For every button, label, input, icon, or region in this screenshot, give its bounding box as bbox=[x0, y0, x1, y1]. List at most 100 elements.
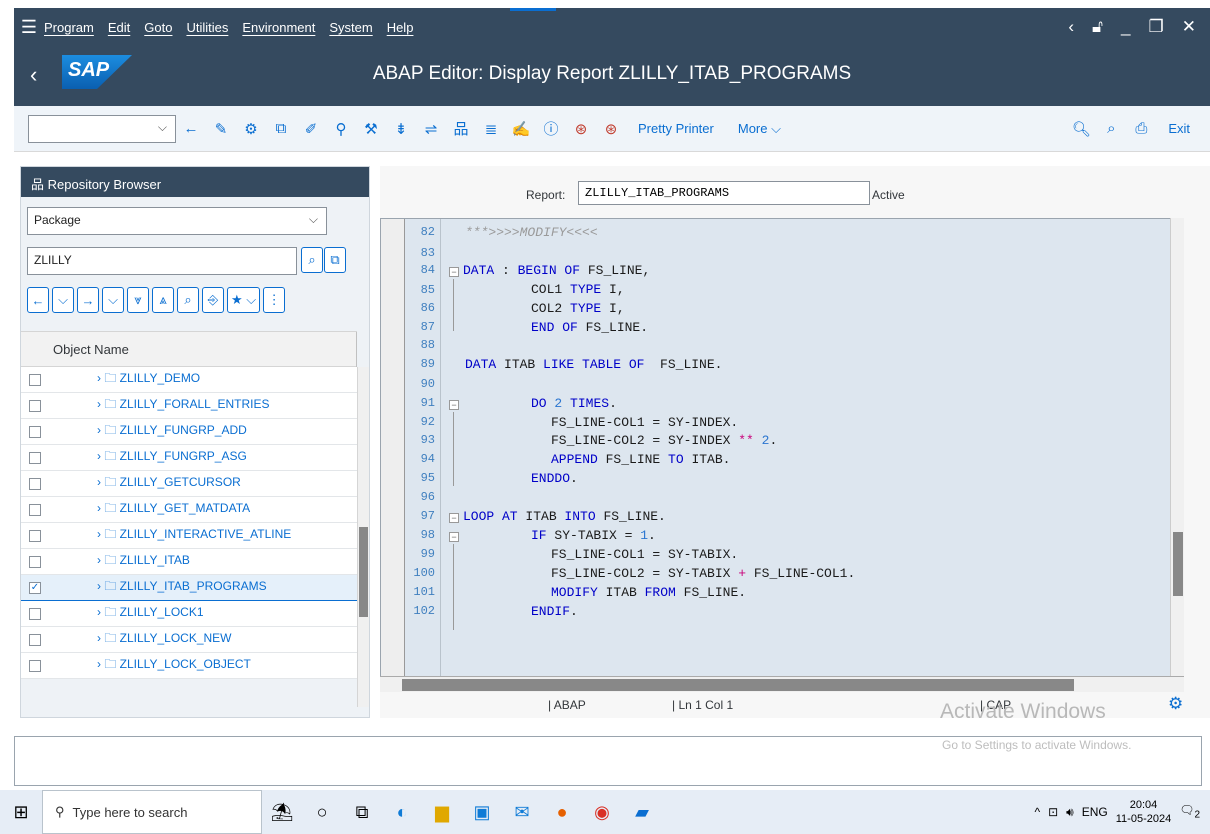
where-used-icon[interactable]: ⇌ bbox=[416, 120, 446, 138]
previous-menu-chevron-icon[interactable]: ⌵ bbox=[52, 287, 74, 313]
search-next-icon[interactable]: ⌕ bbox=[1096, 120, 1126, 137]
windows-start-icon[interactable]: ⊞ bbox=[0, 802, 42, 823]
tray-chevron-icon[interactable]: ^ bbox=[1034, 805, 1040, 819]
editor-vertical-scrollbar[interactable] bbox=[1170, 218, 1184, 676]
cortana-icon[interactable]: ○ bbox=[302, 802, 342, 823]
active-inactive-icon[interactable]: ⧉ bbox=[266, 120, 296, 137]
report-name-field[interactable]: ZLILLY_ITAB_PROGRAMS bbox=[578, 181, 870, 205]
menu-item-environment[interactable]: Environment bbox=[242, 20, 315, 35]
taskbar-search-box[interactable]: ⚲ Type here to search bbox=[42, 790, 262, 834]
tree-row[interactable]: › 🗀︎ ZLILLY_INTERACTIVE_ATLINE bbox=[21, 523, 357, 549]
info-icon[interactable]: ⓘ bbox=[536, 118, 566, 139]
package-name-input[interactable]: ZLILLY bbox=[27, 247, 297, 275]
taskbar-clock[interactable]: 20:04 11-05-2024 bbox=[1116, 798, 1171, 826]
object-list-icon[interactable]: ≣ bbox=[476, 120, 506, 138]
row-checkbox[interactable] bbox=[29, 555, 41, 568]
collapse-all-icon[interactable]: ⩓ bbox=[152, 287, 174, 313]
task-view-icon[interactable]: ⧉ bbox=[342, 802, 382, 823]
maximize-icon[interactable]: ❐ bbox=[1149, 17, 1164, 37]
tree-row[interactable]: › 🗀︎ ZLILLY_LOCK1 bbox=[21, 601, 357, 627]
search-icon[interactable]: 🔍︎ bbox=[1066, 120, 1096, 138]
tree-row[interactable]: › 🗀︎ ZLILLY_LOCK_OBJECT bbox=[21, 653, 357, 679]
tree-row-selected[interactable]: ✓ › 🗀︎ ZLILLY_ITAB_PROGRAMS bbox=[21, 575, 357, 601]
menu-item-utilities[interactable]: Utilities bbox=[186, 20, 228, 35]
tree-row[interactable]: › 🗀︎ ZLILLY_FUNGRP_ADD bbox=[21, 419, 357, 445]
row-checkbox[interactable] bbox=[29, 451, 41, 464]
menu-item-program[interactable]: Program bbox=[44, 20, 94, 35]
check-icon[interactable]: ⚲ bbox=[326, 120, 356, 138]
scrollbar-thumb[interactable] bbox=[402, 679, 1074, 691]
row-checkbox[interactable] bbox=[29, 373, 41, 386]
hamburger-icon[interactable]: ☰ bbox=[14, 17, 44, 38]
exit-button[interactable]: Exit bbox=[1168, 121, 1190, 136]
sap-gui-icon[interactable]: ▰ bbox=[622, 802, 662, 823]
worklist-icon[interactable]: ⎆ bbox=[202, 287, 224, 313]
breakpoint-icon[interactable]: ⊛ bbox=[566, 120, 596, 138]
tree-row[interactable]: › 🗀︎ ZLILLY_GET_MATDATA bbox=[21, 497, 357, 523]
file-explorer-icon[interactable]: ▆ bbox=[422, 802, 462, 823]
copy-icon[interactable]: ⧉ bbox=[324, 247, 346, 273]
other-object-icon[interactable]: ⚙ bbox=[236, 120, 266, 138]
menu-item-edit[interactable]: Edit bbox=[108, 20, 130, 35]
row-checkbox[interactable] bbox=[29, 503, 41, 516]
display-change-icon[interactable]: ✎ bbox=[206, 120, 236, 138]
next-menu-chevron-icon[interactable]: ⌵ bbox=[102, 287, 124, 313]
scrollbar-thumb[interactable] bbox=[359, 527, 368, 617]
menu-item-system[interactable]: System bbox=[329, 20, 372, 35]
back-chevron-icon[interactable]: ‹ bbox=[1068, 17, 1074, 37]
pretty-printer-button[interactable]: Pretty Printer bbox=[638, 121, 714, 136]
print-icon[interactable]: ⎙ bbox=[1126, 120, 1156, 137]
next-arrow-icon[interactable]: → bbox=[77, 287, 99, 313]
store-icon[interactable]: ▣ bbox=[462, 802, 502, 823]
row-checkbox[interactable] bbox=[29, 659, 41, 672]
notification-icon[interactable]: 🗨︎2 bbox=[1179, 803, 1200, 820]
test-icon[interactable]: ⇟ bbox=[386, 120, 416, 138]
editor-horizontal-scrollbar[interactable] bbox=[380, 676, 1184, 692]
activate-icon[interactable]: ⚒ bbox=[356, 120, 386, 138]
tree-vertical-scrollbar[interactable] bbox=[357, 367, 369, 707]
settings-icon[interactable]: ⚙ bbox=[1168, 694, 1183, 714]
mail-icon[interactable]: ✉ bbox=[502, 802, 542, 823]
object-type-select[interactable]: Package ⌵ bbox=[27, 207, 327, 235]
row-checkbox[interactable] bbox=[29, 399, 41, 412]
object-name-column-header[interactable]: Object Name bbox=[21, 331, 357, 368]
language-indicator[interactable]: ENG bbox=[1082, 805, 1108, 819]
row-checkbox[interactable] bbox=[29, 529, 41, 542]
display-icon[interactable]: ⌕ bbox=[301, 247, 323, 273]
edge-browser-icon[interactable]: ◐ bbox=[382, 802, 422, 823]
chrome-icon[interactable]: ◉ bbox=[582, 802, 622, 823]
row-checkbox[interactable] bbox=[29, 477, 41, 490]
back-arrow-icon[interactable]: ← bbox=[176, 120, 206, 137]
chevron-down-icon[interactable]: ⌵ bbox=[158, 120, 167, 135]
row-checkbox[interactable] bbox=[29, 607, 41, 620]
fold-toggle[interactable]: − bbox=[449, 532, 459, 542]
close-icon[interactable]: ✕ bbox=[1182, 17, 1196, 37]
menu-item-goto[interactable]: Goto bbox=[144, 20, 172, 35]
tree-row[interactable]: › 🗀︎ ZLILLY_DEMO bbox=[21, 367, 357, 393]
tree-row[interactable]: › 🗀︎ ZLILLY_LOCK_NEW bbox=[21, 627, 357, 653]
edit-pencil-icon[interactable]: ✐ bbox=[296, 120, 326, 138]
enhance-icon[interactable]: ✍ bbox=[506, 120, 536, 138]
lock-icon[interactable]: 🔓︎ bbox=[1092, 17, 1103, 37]
tree-row[interactable]: › 🗀︎ ZLILLY_FORALL_ENTRIES bbox=[21, 393, 357, 419]
fold-toggle[interactable]: − bbox=[449, 513, 459, 523]
tree-row[interactable]: › 🗀︎ ZLILLY_GETCURSOR bbox=[21, 471, 357, 497]
find-icon[interactable]: ⌕ bbox=[177, 287, 199, 313]
menu-item-help[interactable]: Help bbox=[387, 20, 414, 35]
network-icon[interactable]: ⊡ bbox=[1048, 805, 1058, 819]
expand-all-icon[interactable]: ⩔ bbox=[127, 287, 149, 313]
row-checkbox[interactable] bbox=[29, 633, 41, 646]
chevron-down-icon[interactable]: ⌵ bbox=[309, 212, 318, 227]
tree-row[interactable]: › 🗀︎ ZLILLY_ITAB bbox=[21, 549, 357, 575]
volume-icon[interactable]: 🔊︎ bbox=[1066, 805, 1074, 820]
column-separator[interactable] bbox=[356, 332, 357, 368]
previous-arrow-icon[interactable]: ← bbox=[27, 287, 49, 313]
favorites-star-icon[interactable]: ★ ⌵ bbox=[227, 287, 261, 313]
tree-row[interactable]: › 🗀︎ ZLILLY_FUNGRP_ASG bbox=[21, 445, 357, 471]
command-field[interactable]: ⌵ bbox=[28, 114, 176, 143]
scrollbar-thumb[interactable] bbox=[1173, 532, 1183, 596]
fold-toggle[interactable]: − bbox=[449, 400, 459, 410]
minimize-icon[interactable]: _ bbox=[1121, 17, 1130, 37]
weather-icon[interactable]: ⛱ bbox=[262, 802, 302, 823]
more-menu-button[interactable]: More ⌵ bbox=[738, 121, 781, 137]
